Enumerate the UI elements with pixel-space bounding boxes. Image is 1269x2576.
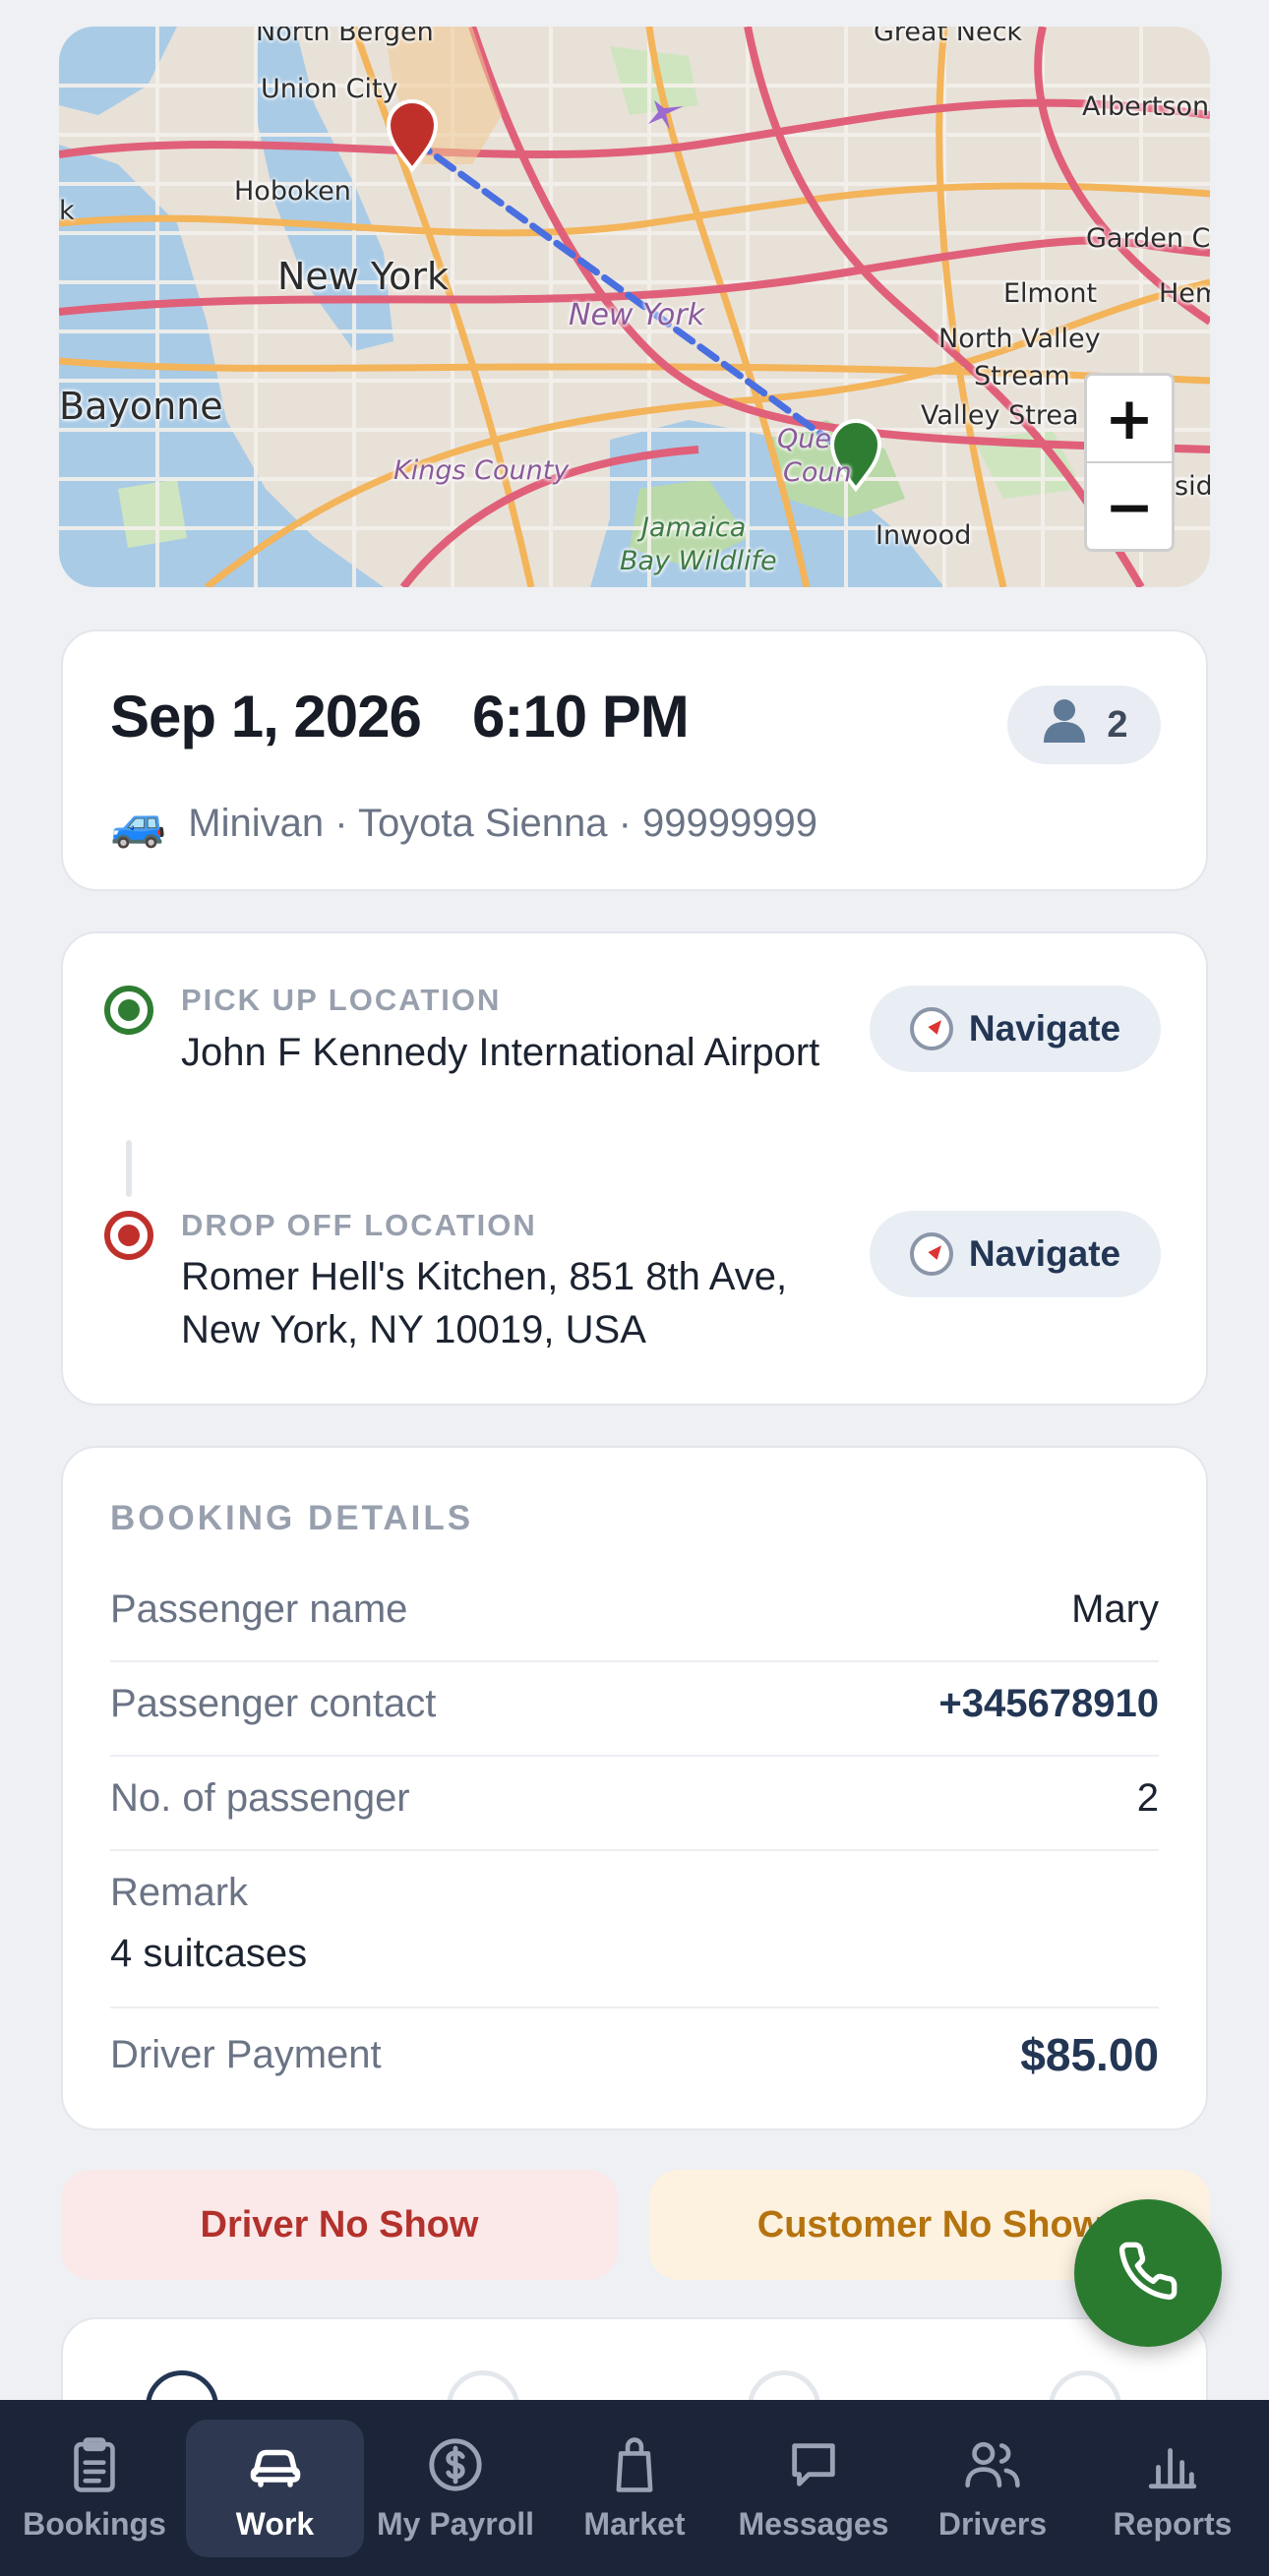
tab-messages[interactable]: Messages — [724, 2420, 903, 2557]
car-icon — [246, 2431, 305, 2498]
zoom-out-button[interactable]: − — [1087, 463, 1172, 551]
map-label: New York — [569, 298, 705, 332]
map-label: k — [59, 196, 75, 226]
navigate-dropoff-button[interactable]: Navigate — [870, 1211, 1161, 1297]
tab-work[interactable]: Work — [186, 2420, 364, 2557]
compass-icon — [909, 1007, 953, 1050]
map-label: Bayonne — [59, 385, 223, 428]
trip-summary-card: Sep 1, 2026 6:10 PM 2 🚙 Minivan · Toyota… — [61, 629, 1208, 891]
booking-time: 6:10 PM — [472, 684, 690, 749]
passenger-count-row: No. of passenger 2 — [110, 1776, 1159, 1821]
tab-label: Messages — [738, 2506, 889, 2542]
tab-label: My Payroll — [376, 2506, 535, 2542]
map-label: Valley Strea — [921, 400, 1079, 431]
map-label: Bay Wildlife — [620, 546, 777, 576]
map-label: Inwood — [876, 520, 972, 551]
route-connector — [126, 1140, 132, 1197]
tab-label: Market — [583, 2506, 686, 2542]
person-icon — [1040, 695, 1089, 754]
passenger-contact-link[interactable]: +345678910 — [938, 1682, 1159, 1726]
tab-label: Bookings — [23, 2506, 166, 2542]
tab-bookings[interactable]: Bookings — [8, 2420, 181, 2557]
clipboard-icon — [67, 2431, 122, 2498]
passenger-contact-label: Passenger contact — [110, 1682, 437, 1725]
passenger-name-row: Passenger name Mary — [110, 1588, 1159, 1632]
shopping-bag-icon — [607, 2431, 662, 2498]
driver-payment-row: Driver Payment $85.00 — [110, 2028, 1159, 2081]
map-label: Hoboken — [234, 176, 351, 207]
call-button[interactable] — [1074, 2199, 1222, 2347]
map-label: Jamaica — [641, 512, 747, 543]
tab-reports[interactable]: Reports — [1082, 2420, 1263, 2557]
map-label: New York — [277, 255, 450, 298]
dropoff-title: DROP OFF LOCATION — [181, 1208, 537, 1242]
pickup-address: John F Kennedy International Airport — [181, 1031, 820, 1074]
divider — [110, 2007, 1159, 2008]
map-label: Great Neck — [874, 27, 1023, 47]
pickup-dot-icon — [104, 986, 153, 1035]
navigate-pickup-button[interactable]: Navigate — [870, 986, 1161, 1072]
dropoff-address: Romer Hell's Kitchen, 851 8th Ave, New Y… — [181, 1255, 788, 1351]
remark-value: 4 suitcases — [110, 1932, 308, 1975]
passenger-name-label: Passenger name — [110, 1588, 408, 1631]
map-label: Albertson — [1082, 91, 1210, 122]
users-icon — [963, 2431, 1022, 2498]
passenger-count-value: 2 — [1107, 703, 1128, 746]
route-map[interactable]: North Bergen Great Neck Union City Alber… — [59, 27, 1210, 587]
map-label: North Bergen — [256, 27, 434, 47]
map-label: Que — [777, 424, 831, 454]
passenger-count-label: No. of passenger — [110, 1776, 410, 1820]
passenger-count-detail: 2 — [1136, 1776, 1159, 1820]
vehicle-description: Minivan · Toyota Sienna · 99999999 — [188, 802, 817, 845]
driver-no-show-button[interactable]: Driver No Show — [61, 2170, 618, 2280]
map-label: sid — [1175, 471, 1210, 502]
remark-label: Remark — [110, 1871, 249, 1914]
map-label: Union City — [261, 74, 398, 104]
zoom-in-button[interactable]: + — [1087, 376, 1172, 463]
passenger-name-value: Mary — [1071, 1588, 1159, 1631]
driver-payment-label: Driver Payment — [110, 2032, 382, 2076]
dollar-icon — [427, 2431, 484, 2498]
tab-label: Work — [235, 2506, 315, 2542]
bottom-tab-bar: Bookings Work My Payroll Market Messages… — [0, 2400, 1269, 2576]
tab-label: Reports — [1113, 2506, 1233, 2542]
tab-drivers[interactable]: Drivers — [903, 2420, 1082, 2557]
map-label: Elmont — [1003, 278, 1098, 309]
dropoff-dot-icon — [104, 1211, 153, 1260]
bar-chart-icon — [1144, 2431, 1201, 2498]
vehicle-info: 🚙 Minivan · Toyota Sienna · 99999999 — [110, 797, 817, 851]
divider — [110, 1755, 1159, 1757]
driver-payment-value: $85.00 — [1020, 2029, 1159, 2080]
tab-my-payroll[interactable]: My Payroll — [366, 2420, 545, 2557]
map-label: Coun — [783, 457, 852, 488]
map-label: Hemps — [1159, 278, 1210, 309]
remark-row: Remark — [110, 1871, 1159, 1915]
zoom-control: + − — [1084, 373, 1175, 552]
divider — [110, 1660, 1159, 1662]
chat-icon — [785, 2431, 842, 2498]
booking-date: Sep 1, 2026 — [110, 684, 422, 749]
map-label: Kings County — [393, 455, 570, 486]
tab-market[interactable]: Market — [545, 2420, 724, 2557]
pickup-title: PICK UP LOCATION — [181, 983, 502, 1017]
navigate-label: Navigate — [968, 1233, 1121, 1274]
booking-details-title: BOOKING DETAILS — [110, 1499, 474, 1537]
car-icon: 🚙 — [110, 798, 167, 849]
passenger-count-badge: 2 — [1007, 686, 1161, 764]
map-label: Stream — [974, 361, 1070, 391]
map-label: North Valley — [938, 324, 1101, 354]
map-label: Garden C — [1086, 223, 1210, 254]
navigate-label: Navigate — [968, 1008, 1121, 1048]
passenger-contact-row: Passenger contact +345678910 — [110, 1682, 1159, 1726]
compass-icon — [909, 1232, 953, 1276]
locations-card: PICK UP LOCATION John F Kennedy Internat… — [61, 931, 1208, 1406]
divider — [110, 1849, 1159, 1851]
tab-label: Drivers — [937, 2506, 1048, 2542]
booking-details-card: BOOKING DETAILS Passenger name Mary Pass… — [61, 1446, 1208, 2130]
phone-icon — [1117, 2240, 1179, 2307]
